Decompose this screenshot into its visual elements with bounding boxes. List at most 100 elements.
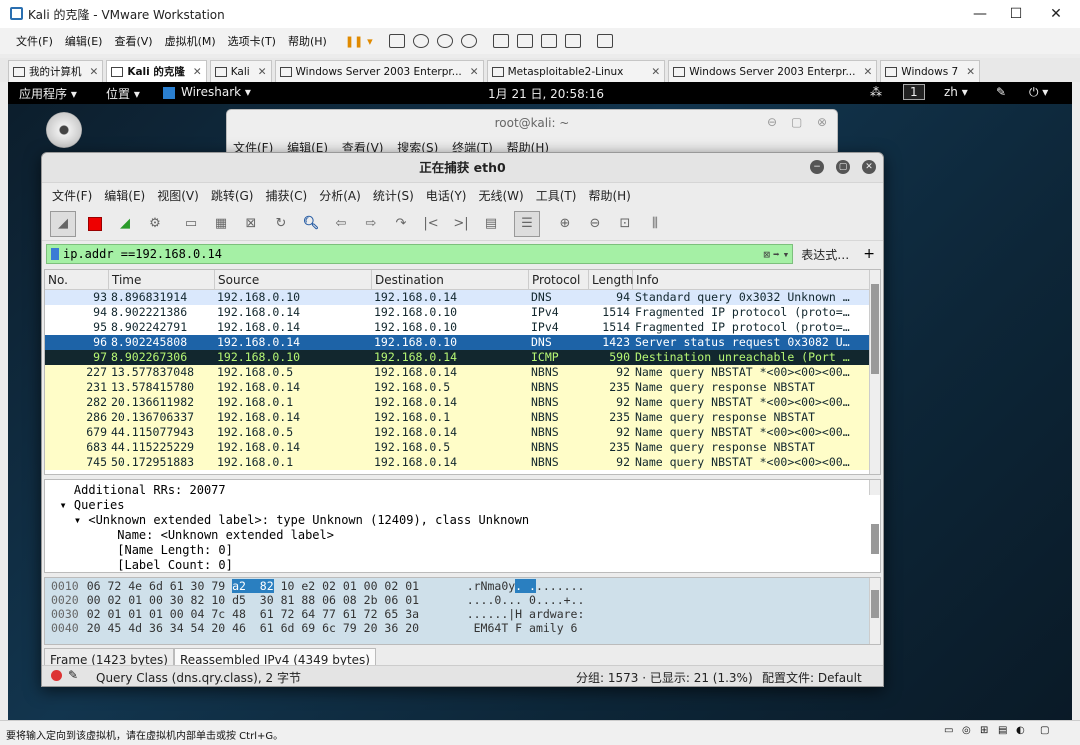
detail-line[interactable]: ▾ <Unknown extended label>: type Unknown…	[45, 513, 880, 528]
tab-kali[interactable]: Kali ✕	[209, 60, 272, 82]
capture-options-icon[interactable]: ⚙	[144, 213, 166, 235]
device-audio-icon[interactable]: ◐	[1016, 725, 1025, 736]
detail-line[interactable]: ▾ Queries	[45, 498, 880, 513]
power-menu[interactable]: ⏻ ▾	[1029, 85, 1048, 100]
byte-row[interactable]: 0030 02 01 01 01 00 04 7c 48 61 72 64 77 …	[45, 607, 880, 621]
tab-win2003-b[interactable]: Windows Server 2003 Enterpr... ✕	[668, 60, 878, 82]
col-time[interactable]: Time	[109, 270, 215, 289]
edit-comment-icon[interactable]: ✎	[68, 668, 78, 682]
ws-menu-tools[interactable]: 工具(T)	[530, 187, 583, 204]
packet-row[interactable]: 94 8.902221386 192.168.0.14 192.168.0.10 IPv…	[45, 305, 880, 320]
applications-menu[interactable]: 应用程序 ▾	[19, 85, 77, 102]
detail-line[interactable]: Additional RRs: 20077	[45, 483, 880, 498]
menu-help[interactable]: 帮助(H)	[282, 33, 333, 49]
language-menu[interactable]: zh ▾	[944, 85, 968, 99]
menu-file[interactable]: 文件(F)	[10, 33, 59, 49]
close-tab-icon[interactable]: ✕	[966, 66, 975, 78]
byte-row[interactable]: 0010 06 72 4e 6d 61 30 79 a2 82 10 e2 02 …	[45, 579, 880, 593]
device-network-icon[interactable]: ⊞	[980, 725, 988, 736]
wireshark-app-menu[interactable]: Wireshark ▾	[181, 85, 251, 99]
terminal-close-icon[interactable]: ⊗	[817, 115, 827, 129]
col-protocol[interactable]: Protocol	[529, 270, 589, 289]
last-packet-icon[interactable]: >|	[450, 213, 472, 235]
guest-desktop[interactable]: 应用程序 ▾ 位置 ▾ Wireshark ▾ 1月 21 日, 20:58:1…	[8, 82, 1072, 720]
close-tab-icon[interactable]: ✕	[193, 66, 202, 78]
bookmark-icon[interactable]	[51, 248, 59, 260]
workspace-indicator[interactable]: 1	[903, 84, 925, 100]
col-destination[interactable]: Destination	[372, 270, 529, 289]
ws-menu-help[interactable]: 帮助(H)	[582, 187, 636, 204]
detail-line[interactable]: [Name Length: 0]	[45, 543, 880, 558]
find-packet-icon[interactable]: 🔍︎	[300, 213, 322, 235]
pen-icon[interactable]: ✎	[996, 85, 1006, 99]
menu-view[interactable]: 查看(V)	[108, 33, 158, 49]
packet-row[interactable]: 231 13.578415780 192.168.0.14 192.168.0.5 NB…	[45, 380, 880, 395]
ws-menu-wireless[interactable]: 无线(W)	[473, 187, 530, 204]
go-back-icon[interactable]: ⇦	[330, 213, 352, 235]
tab-metasploitable[interactable]: Metasploitable2-Linux ✕	[486, 60, 666, 82]
tab-my-computer[interactable]: 我的计算机 ✕	[8, 60, 104, 82]
close-tab-icon[interactable]: ✕	[651, 66, 660, 78]
tab-win2003-a[interactable]: Windows Server 2003 Enterpr... ✕	[274, 60, 484, 82]
resize-columns-icon[interactable]: ⫼	[644, 213, 666, 235]
snapshot-icon[interactable]	[412, 34, 429, 48]
packet-details[interactable]: Additional RRs: 20077 ▾ Queries ▾ <Unkno…	[44, 479, 881, 573]
stop-capture-icon[interactable]	[84, 213, 106, 235]
col-no[interactable]: No.	[45, 270, 109, 289]
terminal-minimize-icon[interactable]: ⊖	[767, 115, 777, 129]
status-profile[interactable]: 配置文件: Default	[762, 669, 862, 686]
bytes-scrollbar[interactable]	[869, 578, 880, 644]
reload-file-icon[interactable]: ↻	[270, 213, 292, 235]
packet-row[interactable]: 282 20.136611982 192.168.0.1 192.168.0.14 NB…	[45, 395, 880, 410]
ws-menu-edit[interactable]: 编辑(E)	[98, 187, 151, 204]
maximize-button[interactable]: ☐	[994, 0, 1038, 28]
places-menu[interactable]: 位置 ▾	[106, 85, 140, 102]
menu-tabs[interactable]: 选项卡(T)	[222, 33, 282, 49]
fullscreen-icon[interactable]	[540, 34, 557, 48]
add-filter-button[interactable]: +	[863, 246, 875, 262]
packet-bytes[interactable]: 0010 06 72 4e 6d 61 30 79 a2 82 10 e2 02 …	[44, 577, 881, 645]
close-file-icon[interactable]: ⊠	[240, 213, 262, 235]
go-forward-icon[interactable]: ⇨	[360, 213, 382, 235]
snapshot-manager-icon[interactable]	[460, 34, 477, 48]
detail-line[interactable]: Name: <Unknown extended label>	[45, 528, 880, 543]
normal-size-icon[interactable]: ⊡	[614, 213, 636, 235]
unity-icon[interactable]	[564, 34, 581, 48]
zoom-in-icon[interactable]: ⊕	[554, 213, 576, 235]
clock[interactable]: 1月 21 日, 20:58:16	[488, 85, 604, 102]
close-tab-icon[interactable]: ✕	[470, 66, 479, 78]
packet-row[interactable]: 95 8.902242791 192.168.0.14 192.168.0.10 IPv…	[45, 320, 880, 335]
zoom-out-icon[interactable]: ⊖	[584, 213, 606, 235]
tab-windows7[interactable]: Windows 7 ✕	[880, 60, 980, 82]
ws-menu-capture[interactable]: 捕获(C)	[259, 187, 313, 204]
display-filter-input[interactable]: ip.addr ==192.168.0.14 ⊠ ➡ ▾	[46, 244, 794, 264]
detail-line[interactable]: [Label Count: 0]	[45, 558, 880, 572]
revert-snapshot-icon[interactable]	[436, 34, 453, 48]
ws-close-button[interactable]: ✕	[862, 160, 876, 174]
close-tab-icon[interactable]: ✕	[258, 66, 267, 78]
ws-maximize-button[interactable]: ▢	[836, 160, 850, 174]
packet-list-scrollbar[interactable]	[869, 270, 880, 474]
menu-edit[interactable]: 编辑(E)	[59, 33, 109, 49]
restart-capture-icon[interactable]: ◢	[114, 213, 136, 235]
packet-row[interactable]: 93 8.896831914 192.168.0.10 192.168.0.14 DNS…	[45, 290, 880, 305]
packet-row[interactable]: 683 44.115225229 192.168.0.14 192.168.0.5 NB…	[45, 440, 880, 455]
ws-menu-analyze[interactable]: 分析(A)	[313, 187, 367, 204]
col-source[interactable]: Source	[215, 270, 372, 289]
ws-menu-view[interactable]: 视图(V)	[151, 187, 205, 204]
filter-history-icon[interactable]: ▾	[783, 248, 790, 261]
menu-vm[interactable]: 虚拟机(M)	[159, 33, 222, 49]
packet-list[interactable]: No. Time Source Destination Protocol Len…	[44, 269, 881, 475]
close-tab-icon[interactable]: ✕	[863, 66, 872, 78]
go-to-packet-icon[interactable]: ↷	[390, 213, 412, 235]
tab-kali-clone[interactable]: Kali 的克隆 ✕	[106, 60, 207, 82]
ws-minimize-button[interactable]: −	[810, 160, 824, 174]
expert-info-icon[interactable]	[51, 670, 62, 681]
apply-filter-icon[interactable]: ➡	[773, 248, 780, 261]
packet-row[interactable]: 286 20.136706337 192.168.0.14 192.168.0.1 NB…	[45, 410, 880, 425]
col-length[interactable]: Length	[589, 270, 633, 289]
close-button[interactable]: ✕	[1034, 0, 1078, 28]
console-view-icon[interactable]	[516, 34, 533, 48]
terminal-maximize-icon[interactable]: ▢	[791, 115, 802, 129]
pause-icon[interactable]: ❚❚ ▾	[345, 35, 373, 48]
